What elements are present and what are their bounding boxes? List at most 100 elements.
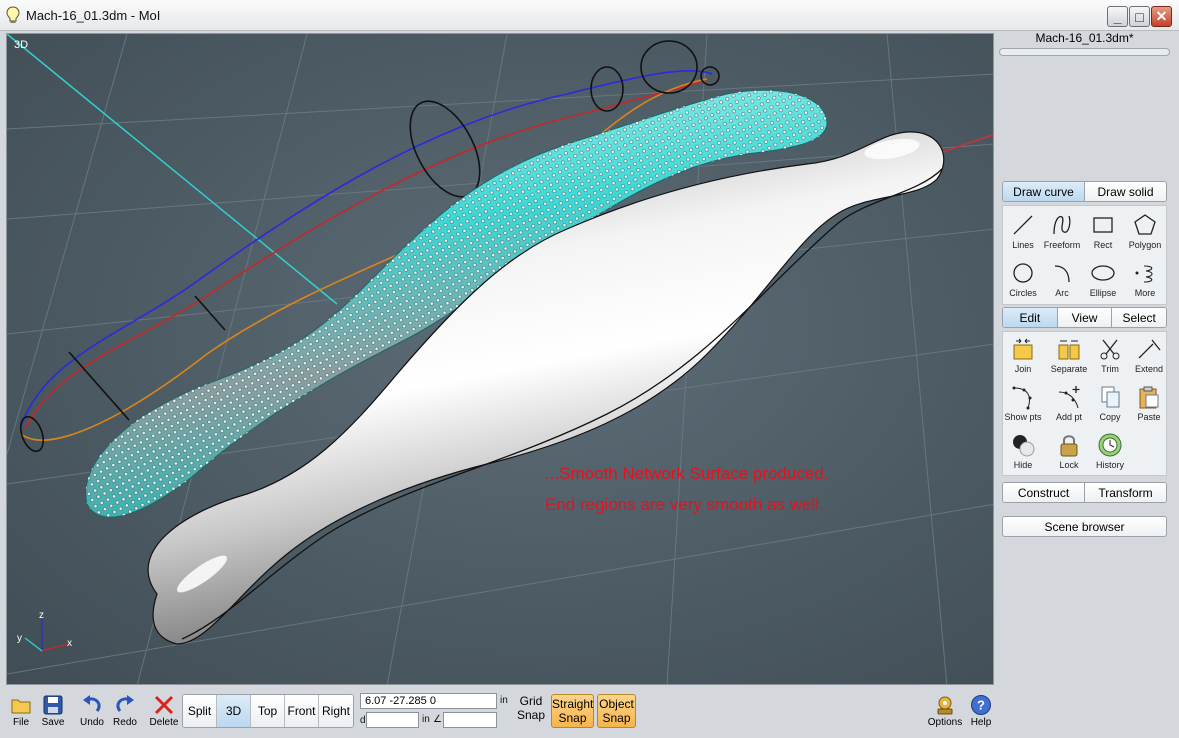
circle-icon <box>1013 263 1033 283</box>
annotation-line-1: ...Smooth Network Surface produced. <box>545 464 829 483</box>
more-icon <box>1135 265 1153 283</box>
file-button[interactable]: File <box>4 694 38 728</box>
edit-tools: Join Separate Trim Extend Show pts Add p… <box>1002 331 1167 476</box>
join-tool[interactable]: Join <box>1001 336 1045 374</box>
circles-tool[interactable]: Circles <box>1001 260 1045 298</box>
minimize-button[interactable]: _ <box>1107 6 1128 27</box>
file-name: Mach-16_01.3dm* <box>1035 31 1134 45</box>
polygon-icon <box>1134 214 1156 235</box>
extend-tool[interactable]: Extend <box>1127 336 1171 374</box>
minimize-icon: _ <box>1113 8 1122 25</box>
view-front-button[interactable]: Front <box>285 695 319 727</box>
annotation-text: ...Smooth Network Surface produced. End … <box>545 458 828 520</box>
scene-browser-button[interactable]: Scene browser <box>1002 516 1167 537</box>
distance-unit: in <box>422 714 430 725</box>
ellipse-icon <box>1091 265 1115 281</box>
more-tool[interactable]: More <box>1123 260 1167 298</box>
axis-y-label: y <box>17 633 22 644</box>
coordinate-unit: in <box>500 695 508 706</box>
lock-icon <box>1060 435 1078 457</box>
extend-icon <box>1138 339 1161 359</box>
distance-prefix: d <box>360 715 366 726</box>
floppy-disk-icon <box>43 695 63 715</box>
undo-button[interactable]: Undo <box>75 694 109 728</box>
lightbulb-icon <box>6 6 20 23</box>
close-button[interactable]: ✕ <box>1151 6 1172 27</box>
paste-icon <box>1139 386 1159 409</box>
hide-icon <box>1013 435 1035 457</box>
view-split-button[interactable]: Split <box>183 695 217 727</box>
undo-icon <box>83 695 101 712</box>
save-button[interactable]: Save <box>36 694 70 728</box>
help-icon: ? <box>971 695 991 715</box>
separate-icon <box>1058 340 1080 360</box>
trim-tool[interactable]: Trim <box>1088 336 1132 374</box>
viewport-3d[interactable]: z y x 3D ...Smooth Network Surface produ… <box>6 33 994 685</box>
tab-transform[interactable]: Transform <box>1085 483 1166 502</box>
arc-tool[interactable]: Arc <box>1040 260 1084 298</box>
show-points-icon <box>1012 386 1032 410</box>
redo-button[interactable]: Redo <box>108 694 142 728</box>
bottom-toolbar: File Save Undo Redo Delete Split 3D Top … <box>0 686 1179 738</box>
angle-icon: ∠ <box>433 714 442 725</box>
rect-icon <box>1093 217 1113 233</box>
tab-edit[interactable]: Edit <box>1003 308 1058 327</box>
options-button[interactable]: Options <box>926 694 964 728</box>
delete-button[interactable]: Delete <box>147 694 181 728</box>
freeform-icon <box>1053 215 1071 235</box>
maximize-icon: □ <box>1135 8 1144 25</box>
delete-x-icon <box>154 695 174 715</box>
redo-icon <box>116 695 134 712</box>
tab-select[interactable]: Select <box>1112 308 1166 327</box>
grid-snap-toggle[interactable]: Grid Snap <box>515 694 547 722</box>
object-snap-toggle[interactable]: Object Snap <box>597 694 636 728</box>
options-gear-icon <box>937 696 953 715</box>
x-axis-line <box>936 133 993 155</box>
add-point-icon <box>1058 386 1080 409</box>
viewport-label: 3D <box>14 39 29 51</box>
title-bar: Mach-16_01.3dm - MoI _ □ ✕ <box>0 0 1179 31</box>
history-icon <box>1098 433 1122 457</box>
view-top-button[interactable]: Top <box>251 695 285 727</box>
tab-draw-curve[interactable]: Draw curve <box>1003 182 1085 201</box>
viewport-switcher: Split 3D Top Front Right <box>182 694 354 728</box>
view-right-button[interactable]: Right <box>319 695 353 727</box>
tab-draw-solid[interactable]: Draw solid <box>1085 182 1166 201</box>
tab-construct[interactable]: Construct <box>1003 483 1085 502</box>
add-point-tool[interactable]: Add pt <box>1047 384 1091 422</box>
help-button[interactable]: ? Help <box>964 694 998 728</box>
angle-input[interactable] <box>443 712 497 728</box>
separate-tool[interactable]: Separate <box>1047 336 1091 374</box>
history-tool[interactable]: History <box>1088 432 1132 470</box>
straight-snap-toggle[interactable]: Straight Snap <box>551 694 594 728</box>
lock-tool[interactable]: Lock <box>1047 432 1091 470</box>
edit-tabs: Edit View Select <box>1002 307 1167 328</box>
hide-tool[interactable]: Hide <box>1001 432 1045 470</box>
arc-icon <box>1054 265 1070 283</box>
file-name-bar <box>999 48 1170 56</box>
svg-text:?: ? <box>977 698 985 713</box>
view-3d-button[interactable]: 3D <box>217 695 251 727</box>
rect-tool[interactable]: Rect <box>1081 212 1125 250</box>
line-icon <box>1013 215 1033 235</box>
copy-tool[interactable]: Copy <box>1088 384 1132 422</box>
polygon-tool[interactable]: Polygon <box>1123 212 1167 250</box>
distance-input[interactable] <box>366 712 419 728</box>
close-icon: ✕ <box>1155 8 1168 24</box>
maximize-button[interactable]: □ <box>1129 6 1150 27</box>
freeform-tool[interactable]: Freeform <box>1040 212 1084 250</box>
y-axis-line <box>7 34 338 305</box>
draw-curve-tools: Lines Freeform Rect Polygon Circles Arc … <box>1002 205 1167 305</box>
tab-view[interactable]: View <box>1057 308 1113 327</box>
join-icon <box>1013 338 1033 360</box>
construct-tabs: Construct Transform <box>1002 482 1167 503</box>
coordinate-input[interactable]: 6.07 -27.285 0 <box>360 693 497 709</box>
paste-tool[interactable]: Paste <box>1127 384 1171 422</box>
axis-z-label: z <box>39 610 44 621</box>
lines-tool[interactable]: Lines <box>1001 212 1045 250</box>
copy-icon <box>1101 386 1120 408</box>
ellipse-tool[interactable]: Ellipse <box>1081 260 1125 298</box>
show-points-tool[interactable]: Show pts <box>1001 384 1045 422</box>
axis-gizmo <box>24 619 68 652</box>
folder-icon <box>11 699 31 714</box>
